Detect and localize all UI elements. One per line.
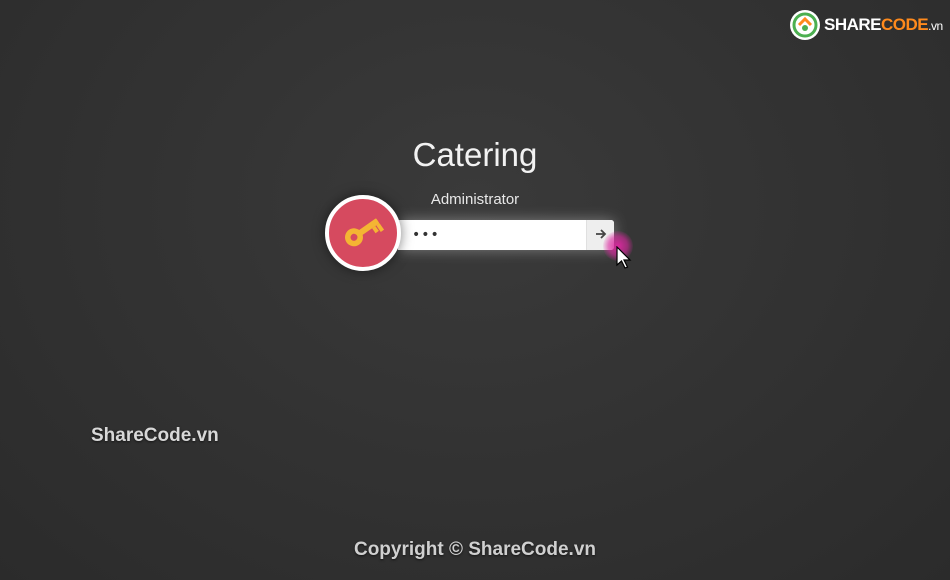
- password-input[interactable]: [398, 220, 586, 250]
- copyright-text: Copyright © ShareCode.vn: [353, 539, 597, 560]
- mouse-cursor-icon: [616, 245, 632, 275]
- brand-name: SHARECODE.vn: [824, 15, 943, 34]
- watermark-text: ShareCode.vn: [91, 425, 219, 446]
- brand-logo: SHARECODE.vn: [790, 10, 943, 40]
- avatar: [325, 195, 401, 271]
- sharecode-logo-icon: [790, 10, 820, 40]
- user-name: Administrator: [430, 191, 520, 208]
- key-icon: [340, 208, 386, 259]
- login-form: [398, 220, 614, 250]
- app-title: Catering: [412, 136, 538, 173]
